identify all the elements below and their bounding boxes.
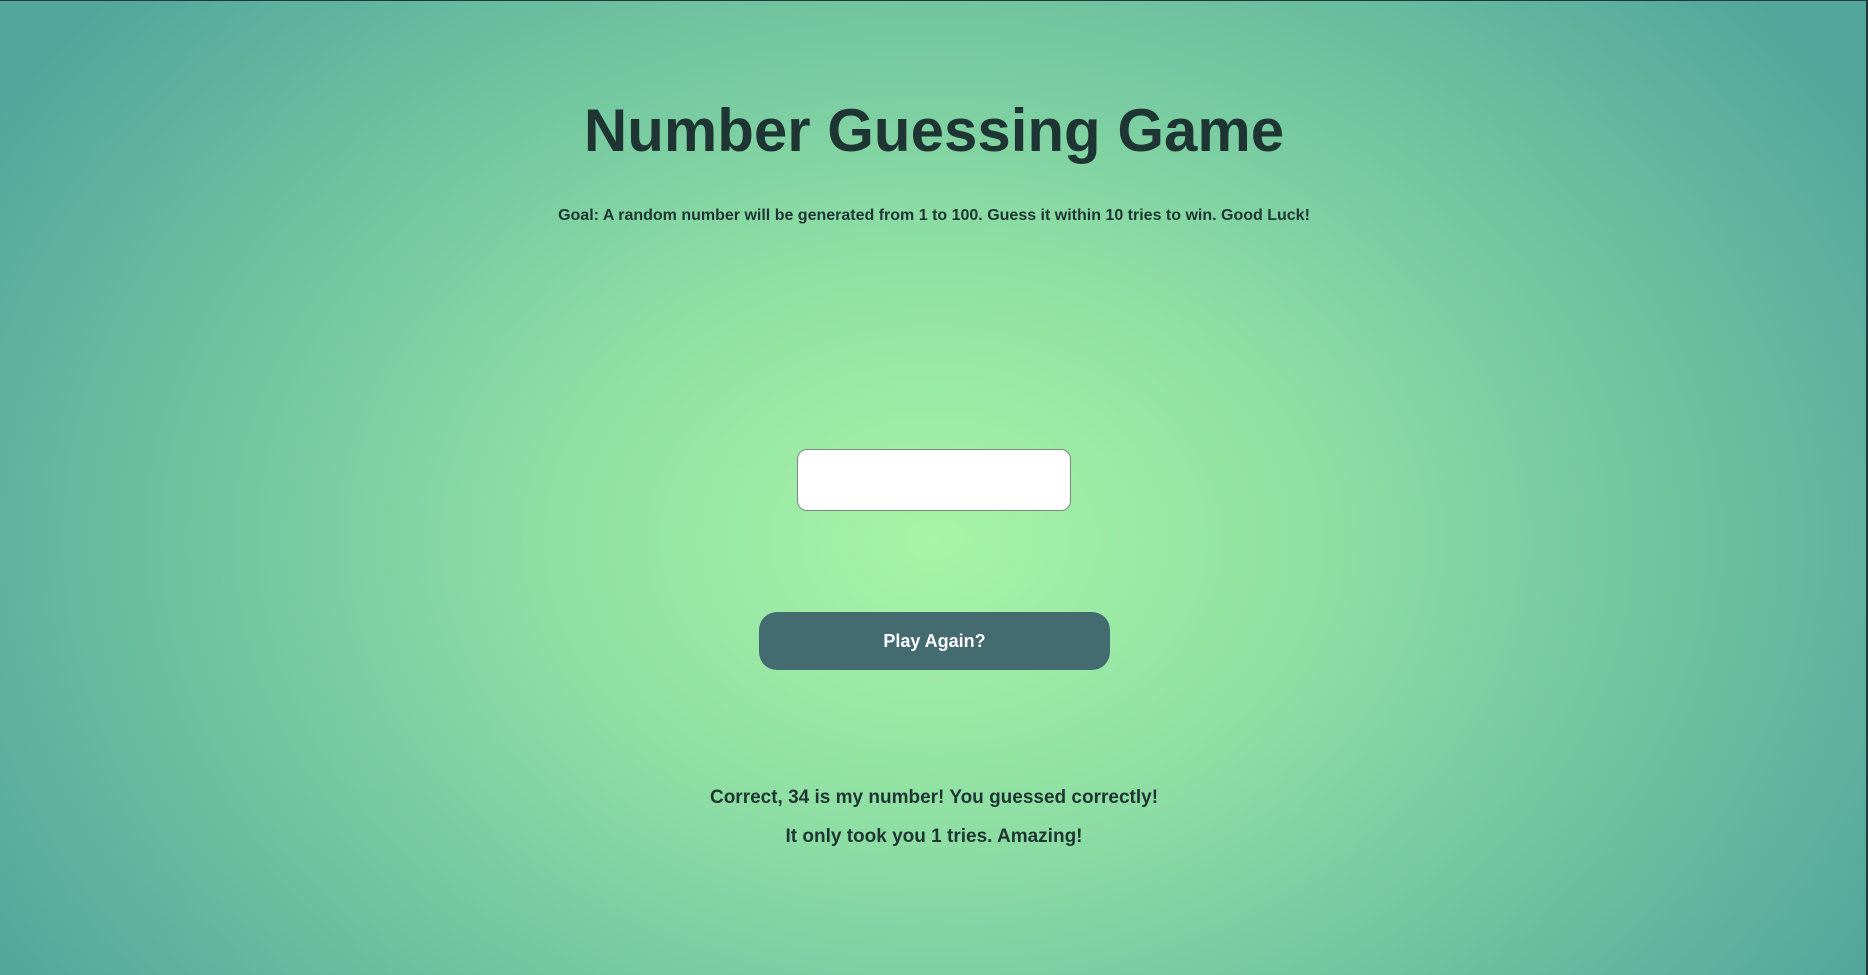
tries-message: It only took you 1 tries. Amazing! — [785, 826, 1083, 847]
window-top-border — [0, 0, 1868, 1]
result-message: Correct, 34 is my number! You guessed co… — [709, 787, 1159, 808]
page-title: Number Guessing Game — [583, 97, 1285, 164]
play-again-button[interactable]: Play Again? — [759, 612, 1110, 670]
guess-input[interactable] — [797, 449, 1071, 511]
goal-description: Goal: A random number will be generated … — [558, 207, 1310, 224]
